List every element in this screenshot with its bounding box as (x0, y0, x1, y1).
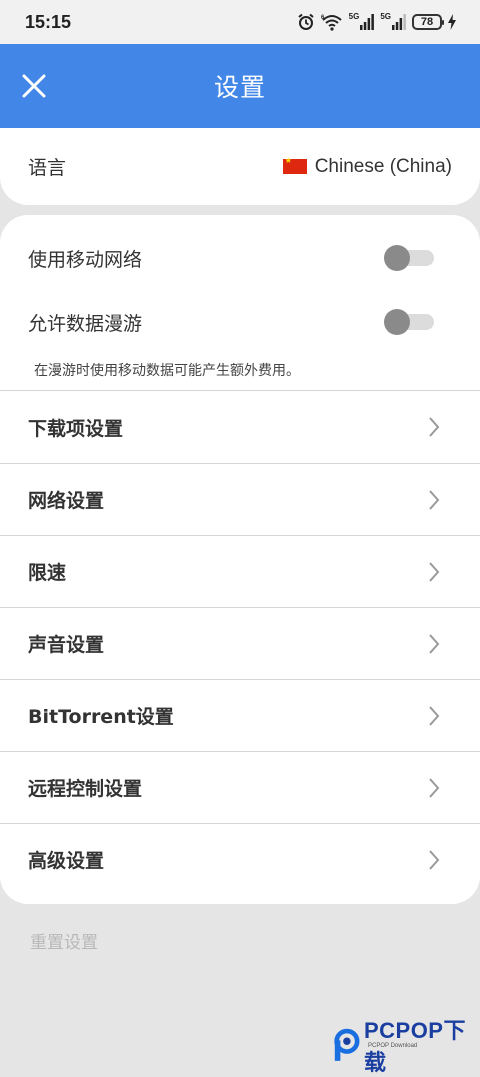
chevron-right-icon (428, 489, 440, 511)
language-value: Chinese (China) (282, 155, 452, 178)
nav-label: 限速 (28, 562, 67, 584)
status-icons: 6 5G 5G 78 (297, 12, 456, 31)
language-setting[interactable]: 语言 Chinese (China) (0, 128, 480, 205)
battery-icon: 78 (412, 14, 444, 30)
chevron-right-icon (428, 561, 440, 583)
chevron-right-icon (428, 777, 440, 799)
chevron-right-icon (428, 633, 440, 655)
status-time: 15:15 (25, 11, 72, 32)
toggle-knob (384, 309, 410, 335)
nav-label: 远程控制设置 (28, 778, 143, 800)
toggle-knob (384, 245, 410, 271)
watermark-sub: PCPOP Download (368, 1043, 418, 1049)
close-button[interactable] (14, 66, 54, 106)
language-value-text: Chinese (China) (314, 155, 452, 177)
language-label: 语言 (28, 157, 67, 179)
page-title: 设置 (213, 73, 266, 102)
chevron-right-icon (428, 416, 440, 438)
nav-speed-limit[interactable]: 限速 (0, 535, 480, 607)
nav-bittorrent-settings[interactable]: BitTorrent设置 (0, 679, 480, 751)
reset-settings-button[interactable]: 重置设置 (30, 928, 98, 953)
nav-label: 高级设置 (28, 850, 105, 872)
app-header: 设置 (0, 44, 480, 128)
chevron-right-icon (428, 705, 440, 727)
mobile-network-row: 使用移动网络 (0, 226, 480, 290)
nav-label: 下载项设置 (28, 417, 124, 440)
signal-1-label: 5G (348, 12, 360, 21)
signal-icon: 5G (380, 12, 406, 30)
nav-network-settings[interactable]: 网络设置 (0, 463, 480, 535)
roaming-hint: 在漫游时使用移动数据可能产生额外费用。 (34, 363, 300, 379)
data-roaming-toggle[interactable] (384, 309, 434, 335)
data-roaming-row: 允许数据漫游 (0, 290, 480, 354)
close-icon (22, 74, 46, 98)
nav-label: 网络设置 (28, 490, 105, 512)
mobile-network-label: 使用移动网络 (28, 248, 143, 271)
nav-download-settings[interactable]: 下载项设置 (0, 391, 480, 463)
chevron-right-icon (428, 849, 440, 871)
charging-icon (448, 14, 456, 30)
settings-card: 使用移动网络 允许数据漫游 在漫游时使用移动数据可能产生额外费用。 下载项设置 … (0, 215, 480, 904)
china-flag-icon (282, 156, 307, 174)
nav-label: 声音设置 (28, 634, 105, 656)
signal-icon: 5G (348, 12, 375, 30)
status-bar: 15:15 6 5G 5G 78 (0, 0, 480, 44)
nav-advanced-settings[interactable]: 高级设置 (0, 823, 480, 895)
nav-remote-control-settings[interactable]: 远程控制设置 (0, 751, 480, 823)
signal-2-label: 5G (380, 12, 391, 21)
data-roaming-label: 允许数据漫游 (28, 312, 143, 335)
alarm-icon (297, 13, 315, 31)
nav-sound-settings[interactable]: 声音设置 (0, 607, 480, 679)
wifi-icon: 6 (321, 13, 343, 31)
nav-label: BitTorrent设置 (28, 706, 174, 728)
mobile-network-toggle[interactable] (384, 245, 434, 271)
watermark: PCPOP下载 PCPOP Download (332, 1013, 480, 1077)
pcpop-logo-icon (334, 1028, 360, 1061)
